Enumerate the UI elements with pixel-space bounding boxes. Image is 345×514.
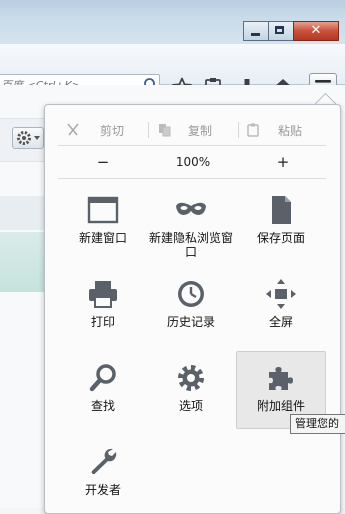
window-controls: ✕	[243, 21, 339, 41]
panel-divider	[58, 178, 326, 179]
private-mask-icon	[176, 202, 206, 215]
zoom-reset-button[interactable]: 100%	[163, 150, 223, 174]
addons-tooltip: 管理您的	[290, 414, 345, 434]
print-button[interactable]: 打印	[58, 270, 148, 346]
close-button[interactable]: ✕	[293, 21, 339, 41]
developer-label: 开发者	[84, 483, 121, 497]
window-titlebar: ✕	[0, 0, 345, 44]
options-label: 选项	[178, 399, 203, 413]
find-label: 查找	[90, 399, 115, 413]
gear-icon	[17, 131, 40, 145]
paste-label: 粘贴	[278, 123, 303, 138]
new-window-icon	[87, 196, 119, 224]
developer-button[interactable]: 开发者	[58, 438, 148, 514]
private-window-label: 新建隐私浏览窗口	[148, 231, 233, 259]
copy-button[interactable]: 复制	[158, 118, 212, 142]
fullscreen-label: 全屏	[268, 315, 293, 329]
minimize-button[interactable]	[243, 21, 268, 41]
cut-label: 剪切	[100, 123, 125, 138]
copy-icon	[159, 124, 171, 137]
history-icon	[178, 281, 204, 307]
developer-wrench-icon	[91, 448, 117, 474]
print-label: 打印	[90, 315, 115, 329]
save-page-label: 保存页面	[256, 231, 305, 245]
page-gear-button[interactable]	[12, 127, 44, 149]
options-button[interactable]: 选项	[146, 354, 236, 430]
edit-separator	[148, 122, 149, 138]
edit-separator	[238, 122, 239, 138]
find-icon	[89, 364, 116, 392]
addons-puzzle-icon	[269, 367, 293, 390]
history-label: 历史记录	[166, 315, 215, 329]
history-button[interactable]: 历史记录	[146, 270, 236, 346]
private-window-button[interactable]: 新建隐私浏览窗口	[146, 186, 236, 262]
edit-controls: 剪切 复制 粘贴	[58, 118, 328, 142]
fullscreen-icon	[266, 279, 296, 309]
options-gear-icon	[178, 365, 204, 391]
scissors-icon	[67, 123, 79, 136]
clipboard-icon	[247, 123, 259, 137]
addons-label: 附加组件	[256, 399, 305, 413]
find-button[interactable]: 查找	[58, 354, 148, 430]
paste-button[interactable]: 粘贴	[246, 118, 302, 142]
new-window-label: 新建窗口	[78, 231, 127, 245]
cut-button[interactable]: 剪切	[66, 118, 124, 142]
fullscreen-button[interactable]: 全屏	[236, 270, 326, 346]
panel-divider	[58, 145, 326, 146]
close-icon: ✕	[310, 23, 322, 38]
save-page-icon	[272, 196, 291, 224]
zoom-controls: − 100% +	[58, 150, 328, 174]
save-page-button[interactable]: 保存页面	[236, 186, 326, 262]
maximize-icon	[275, 26, 284, 34]
minimize-icon	[251, 33, 260, 36]
print-icon	[89, 281, 117, 308]
zoom-in-button[interactable]: +	[268, 150, 298, 174]
new-window-button[interactable]: 新建窗口	[58, 186, 148, 262]
maximize-button[interactable]	[268, 21, 293, 41]
copy-label: 复制	[188, 123, 213, 138]
zoom-out-button[interactable]: −	[88, 150, 118, 174]
